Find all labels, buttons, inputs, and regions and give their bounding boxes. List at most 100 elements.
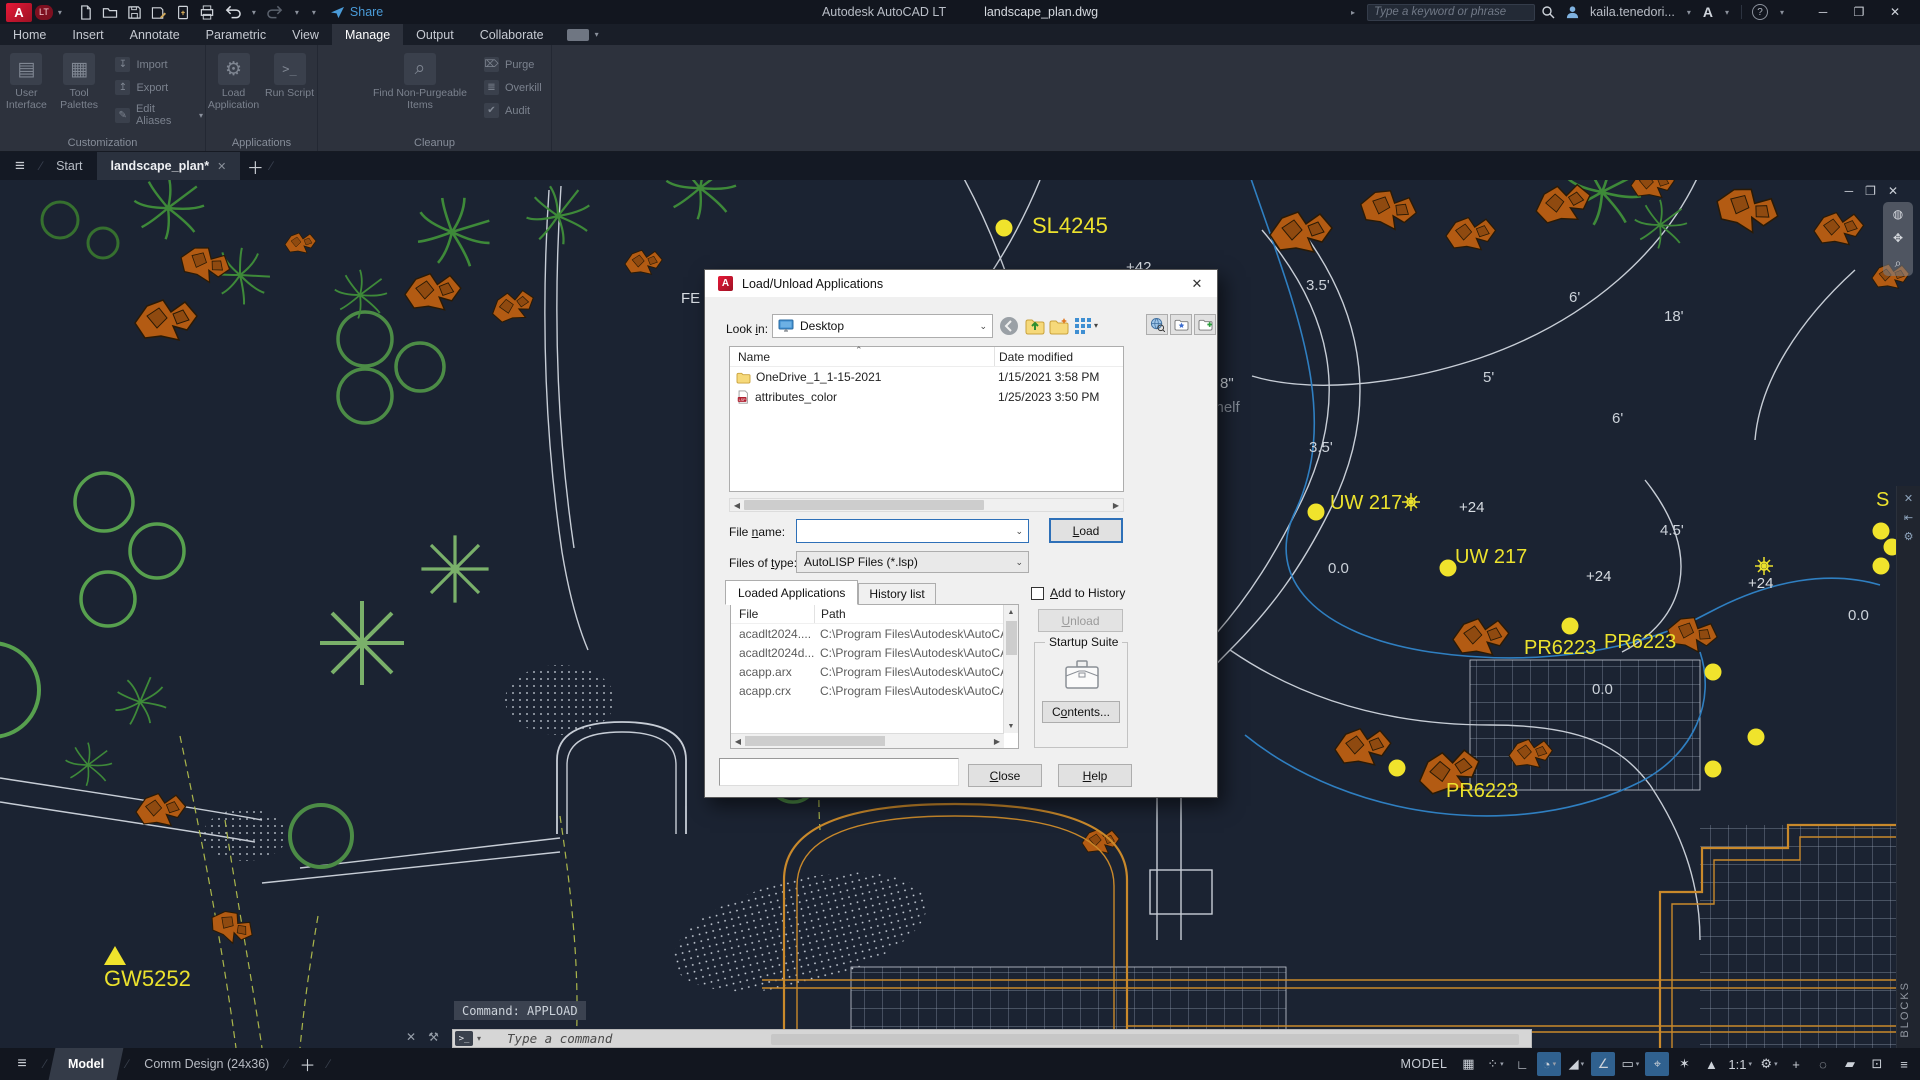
tab-view[interactable]: View: [279, 24, 332, 45]
undo-caret-icon[interactable]: ▾: [252, 8, 256, 17]
file-list-header[interactable]: ⌃ Name Date modified: [730, 345, 1123, 367]
app-logo[interactable]: A LT ▾: [6, 2, 64, 22]
file-row-attributes-color[interactable]: LSP attributes_color 1/25/2023 3:50 PM: [730, 387, 1123, 407]
polar-tracking-button[interactable]: ◔ ▾: [1537, 1052, 1562, 1076]
command-input[interactable]: Type a command: [507, 1031, 612, 1046]
unload-button[interactable]: Unload: [1038, 609, 1123, 632]
save-button[interactable]: [127, 5, 142, 20]
app-list-vscrollbar[interactable]: ▲ ▼: [1003, 605, 1018, 733]
object-snap-button[interactable]: ⌖: [1645, 1052, 1670, 1076]
command-recent-icon[interactable]: ▾: [477, 1034, 481, 1043]
redo-caret-icon[interactable]: ▾: [295, 8, 299, 17]
overkill-button[interactable]: ≣ Overkill: [484, 80, 542, 95]
ortho-mode-button[interactable]: ∟: [1510, 1052, 1534, 1076]
snap-mode-button[interactable]: ⁘ ▾: [1483, 1052, 1507, 1076]
command-customize-icon[interactable]: ⚒: [428, 1030, 439, 1044]
app-row[interactable]: acapp.arx C:\Program Files\Autodesk\AutoC…: [731, 662, 1018, 681]
new-folder-button[interactable]: [1049, 316, 1069, 336]
palette-close-icon[interactable]: ✕: [1897, 492, 1920, 505]
command-bar[interactable]: >_ ▾ Type a command: [452, 1029, 1532, 1048]
palette-autohide-icon[interactable]: ⇤: [1897, 511, 1920, 524]
annotation-visibility-button[interactable]: ▲: [1699, 1052, 1723, 1076]
views-menu-button[interactable]: ▾: [1074, 316, 1098, 334]
isolate-objects-button[interactable]: ◌: [1811, 1052, 1835, 1076]
scrollbar-thumb[interactable]: [744, 500, 984, 510]
qat-customize-icon[interactable]: ▾: [312, 8, 316, 17]
tab-document[interactable]: landscape_plan* ✕: [96, 152, 241, 180]
search-web-button[interactable]: [1146, 314, 1168, 335]
user-interface-button[interactable]: ▤ User Interface: [2, 53, 51, 111]
search-icon[interactable]: [1541, 5, 1555, 19]
column-date-modified[interactable]: Date modified: [994, 347, 1123, 366]
help-button[interactable]: Help: [1058, 764, 1132, 787]
plot-button[interactable]: [176, 5, 190, 20]
panel-title-customization[interactable]: Customization: [0, 137, 205, 149]
tab-home[interactable]: Home: [0, 24, 59, 45]
tab-history-list[interactable]: History list: [858, 583, 936, 605]
navigation-bar[interactable]: ◍ ✥ ⌕: [1883, 202, 1913, 276]
panel-title-applications[interactable]: Applications: [206, 137, 317, 149]
close-dialog-button[interactable]: Close: [968, 764, 1042, 787]
file-list-hscrollbar[interactable]: ◀ ▶: [729, 498, 1124, 512]
export-button[interactable]: ↥ Export: [115, 80, 205, 95]
run-script-button[interactable]: >_ Run Script: [265, 53, 315, 100]
app-list-hscrollbar[interactable]: ◀ ▶: [731, 733, 1004, 748]
model-space-badge[interactable]: MODEL: [1400, 1057, 1447, 1071]
help-caret-icon[interactable]: ▾: [1780, 8, 1784, 17]
search-collapse-icon[interactable]: ▸: [1351, 8, 1355, 17]
scrollbar-thumb[interactable]: [745, 736, 885, 746]
snap-overrides-button[interactable]: ✶: [1672, 1052, 1696, 1076]
scroll-left-icon[interactable]: ◀: [730, 501, 744, 510]
hamburger-menu-icon[interactable]: ≡: [0, 152, 40, 180]
audit-button[interactable]: ✔ Audit: [484, 103, 542, 118]
file-name-input[interactable]: ⌄: [796, 519, 1029, 543]
tab-insert[interactable]: Insert: [59, 24, 116, 45]
tab-manage[interactable]: Manage: [331, 24, 404, 45]
help-icon[interactable]: ?: [1751, 4, 1768, 20]
restore-button[interactable]: ❐: [1842, 1, 1876, 23]
dialog-close-icon[interactable]: ✕: [1177, 270, 1217, 297]
tab-output[interactable]: Output: [403, 24, 467, 45]
tab-start[interactable]: Start: [42, 152, 96, 180]
autodesk-caret-icon[interactable]: ▾: [1725, 8, 1729, 17]
autodesk-mark-icon[interactable]: A: [1703, 4, 1713, 20]
tab-parametric[interactable]: Parametric: [193, 24, 279, 45]
edit-aliases-button[interactable]: ✎ Edit Aliases ▾: [115, 103, 205, 127]
load-button[interactable]: Load: [1049, 518, 1123, 543]
new-file-button[interactable]: [78, 4, 93, 20]
drawing-restore-icon[interactable]: ❐: [1865, 184, 1876, 198]
minimize-button[interactable]: ─: [1806, 1, 1840, 23]
loaded-applications-list[interactable]: File Path acadlt2024.... C:\Program Files…: [730, 604, 1019, 749]
close-button[interactable]: ✕: [1878, 1, 1912, 23]
blocks-palette-strip[interactable]: ✕ ⇤ ⚙ BLOCKS: [1896, 486, 1920, 1048]
steering-wheel-icon[interactable]: ◍: [1893, 207, 1903, 221]
workspace-switching-button[interactable]: ⚙ ▾: [1757, 1052, 1781, 1076]
contents-button[interactable]: Co ntents...: [1042, 701, 1120, 723]
pan-icon[interactable]: ✥: [1893, 231, 1903, 245]
column-path[interactable]: Path: [814, 605, 1018, 623]
drawing-close-icon[interactable]: ✕: [1888, 184, 1898, 198]
file-row-onedrive[interactable]: OneDrive_1_1-15-2021 1/15/2021 3:58 PM: [730, 367, 1123, 387]
panel-title-cleanup[interactable]: Cleanup: [318, 137, 551, 149]
zoom-icon[interactable]: ⌕: [1895, 256, 1902, 271]
redo-button[interactable]: [267, 5, 284, 19]
layout-tab-model[interactable]: Model: [48, 1048, 124, 1080]
app-list-header[interactable]: File Path: [731, 605, 1018, 624]
palette-properties-icon[interactable]: ⚙: [1897, 530, 1920, 543]
scroll-down-icon[interactable]: ▼: [1008, 719, 1015, 733]
app-row[interactable]: acapp.crx C:\Program Files\Autodesk\AutoC…: [731, 681, 1018, 700]
find-non-purgeable-button[interactable]: ⌕ Find Non-Purgeable Items: [360, 53, 480, 111]
share-button[interactable]: Share: [330, 5, 383, 19]
new-layout-button[interactable]: ＋: [287, 1052, 327, 1076]
blocks-palette-label[interactable]: BLOCKS: [1899, 981, 1911, 1038]
open-file-button[interactable]: [102, 5, 118, 20]
app-row[interactable]: acadlt2024d... C:\Program Files\Autodesk\…: [731, 643, 1018, 662]
scroll-right-icon[interactable]: ▶: [1109, 501, 1123, 510]
ribbon-display-toggle[interactable]: ▾: [566, 24, 601, 45]
drawing-minimize-icon[interactable]: ─: [1845, 184, 1854, 198]
up-one-level-button[interactable]: [1025, 316, 1045, 336]
scroll-right-icon[interactable]: ▶: [990, 737, 1004, 746]
command-bar-grip[interactable]: [771, 1034, 1519, 1045]
undo-button[interactable]: [224, 5, 241, 19]
load-application-button[interactable]: ⚙ Load Application: [208, 53, 259, 111]
